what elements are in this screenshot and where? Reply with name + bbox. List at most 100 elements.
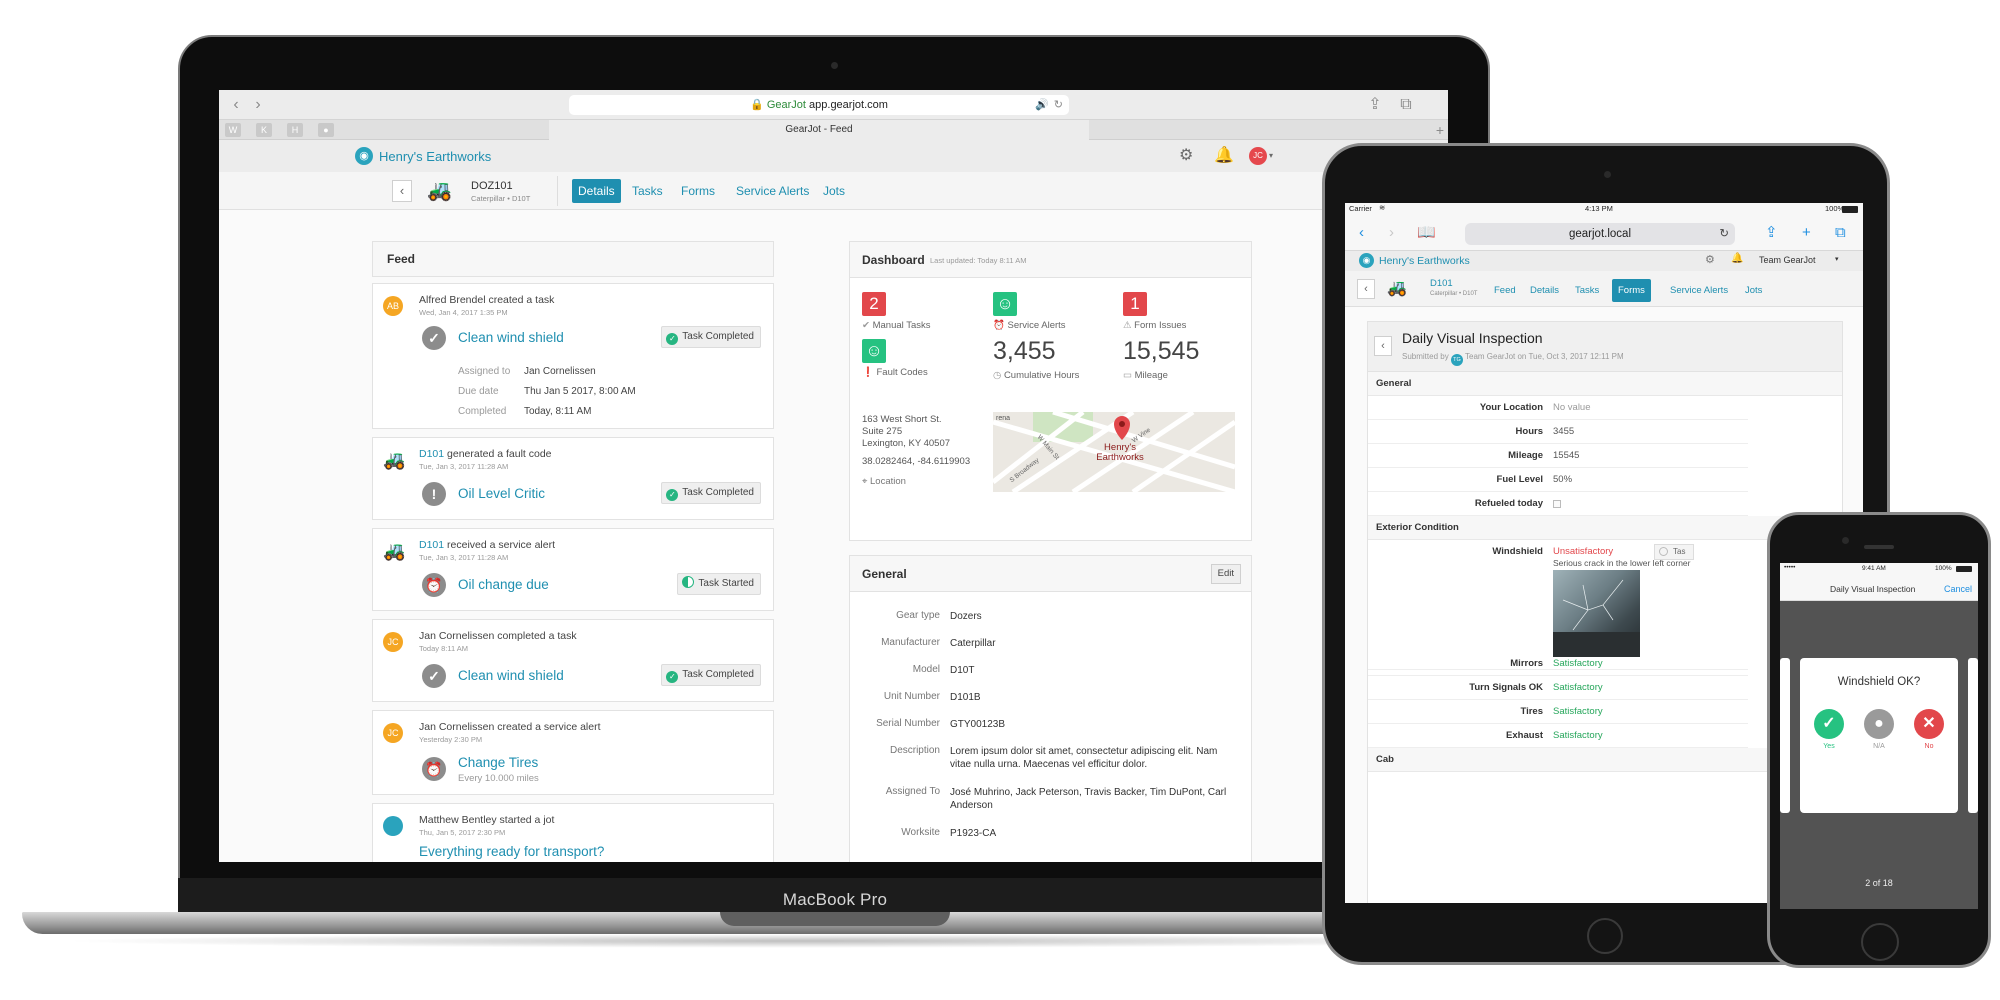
stat-manual-tasks[interactable]: 2 ✔ Manual Tasks	[862, 292, 931, 331]
back-button[interactable]: ‹	[392, 180, 412, 202]
bell-icon[interactable]: 🔔	[1214, 147, 1234, 165]
form-row: Refueled today	[1368, 492, 1748, 516]
back-icon[interactable]: ‹	[1359, 224, 1364, 242]
detail-value: Jan Cornelissen	[524, 366, 596, 377]
status-label: Task Completed	[682, 331, 754, 342]
feed-item[interactable]: Matthew Bentley started a jot Thu, Jan 5…	[372, 803, 774, 862]
reload-icon[interactable]: ↻	[1054, 95, 1063, 115]
reload-icon[interactable]: ↻	[1719, 223, 1729, 245]
browser-address-bar[interactable]: 🔒 GearJot app.gearjot.com 🔊 ↻	[569, 95, 1069, 115]
stat-label: Form Issues	[1134, 320, 1187, 331]
feed-item-title[interactable]: Oil Level Critic	[458, 486, 545, 501]
stat-fault-codes[interactable]: ☺ ❗ Fault Codes	[862, 339, 928, 378]
stat-mileage[interactable]: 15,545 ▭ Mileage	[1123, 337, 1199, 381]
back-button[interactable]: ‹	[1374, 336, 1392, 356]
tab-tasks[interactable]: Tasks	[626, 179, 669, 203]
team-name[interactable]: Team GearJot	[1759, 255, 1816, 265]
general-header: General Edit	[850, 556, 1251, 592]
feed-item-title[interactable]: Everything ready for transport?	[419, 844, 604, 859]
favorite-github[interactable]: ●	[318, 123, 334, 137]
stat-service-alerts[interactable]: ☺ ⏰ Service Alerts	[993, 292, 1066, 331]
tab-feed[interactable]: Feed	[1490, 281, 1520, 300]
map-street-label: rena	[996, 415, 1011, 422]
tab-details[interactable]: Details	[1526, 281, 1563, 300]
speaker-icon[interactable]: 🔊	[1035, 95, 1049, 115]
stat-cumulative-hours[interactable]: 3,455 ◷ Cumulative Hours	[993, 337, 1079, 381]
feed-item[interactable]: 🚜 D101 received a service alert Tue, Jan…	[372, 528, 774, 611]
company-name[interactable]: Henry's Earthworks	[379, 149, 491, 164]
forward-icon[interactable]: ›	[1389, 224, 1394, 242]
next-card-peek[interactable]	[1968, 658, 1978, 813]
tab-service-alerts[interactable]: Service Alerts	[1666, 281, 1732, 300]
tab-jots[interactable]: Jots	[1741, 281, 1766, 300]
browser-forward-icon[interactable]: ›	[249, 96, 267, 114]
tab-service-alerts[interactable]: Service Alerts	[730, 179, 815, 203]
phone-camera	[1842, 537, 1849, 544]
unit-name[interactable]: D101	[1430, 278, 1453, 289]
feed-item[interactable]: AB Alfred Brendel created a task Wed, Ja…	[372, 283, 774, 429]
field-label: Your Location	[1479, 402, 1543, 413]
bookmarks-icon[interactable]: 📖	[1417, 224, 1436, 242]
back-button[interactable]: ‹	[1357, 279, 1375, 299]
no-button[interactable]: ✕	[1914, 709, 1944, 739]
company-name[interactable]: Henry's Earthworks	[1379, 255, 1470, 267]
tab-forms[interactable]: Forms	[675, 179, 721, 203]
unit-link[interactable]: D101	[419, 539, 444, 551]
field-label: Model	[912, 664, 940, 675]
new-tab-icon[interactable]: +	[1431, 121, 1448, 139]
tabs-overview-icon[interactable]: ⧉	[1835, 224, 1846, 242]
gear-icon[interactable]: ⚙	[1705, 253, 1715, 266]
edit-button[interactable]: Edit	[1210, 564, 1241, 584]
browser-tab-title[interactable]: GearJot - Feed	[549, 120, 1089, 140]
unit-link[interactable]: D101	[419, 448, 444, 460]
alarm-clock-icon: ⏰	[993, 320, 1005, 331]
tabs-overview-icon[interactable]: ⧉	[1397, 96, 1415, 114]
status-badge: ✓ Task Completed	[661, 326, 761, 348]
feed-item-title[interactable]: Clean wind shield	[458, 668, 564, 683]
battery-icon	[1956, 566, 1972, 572]
stat-form-issues[interactable]: 1 ⚠ Form Issues	[1123, 292, 1186, 331]
feed-item-title[interactable]: Clean wind shield	[458, 330, 564, 345]
feed-item-title[interactable]: Oil change due	[458, 577, 549, 592]
field-value: 3455	[1553, 426, 1575, 437]
share-icon[interactable]: ⇪	[1366, 96, 1384, 114]
favorite-w[interactable]: W	[225, 123, 241, 137]
yes-button[interactable]: ✓	[1814, 709, 1844, 739]
tab-tasks[interactable]: Tasks	[1571, 281, 1603, 300]
detail-value: Today, 8:11 AM	[524, 406, 592, 417]
dozer-icon: 🚜	[383, 450, 406, 470]
refueled-checkbox[interactable]	[1553, 500, 1561, 508]
user-avatar[interactable]: JC	[1249, 147, 1267, 165]
browser-back-icon[interactable]: ‹	[227, 96, 245, 114]
gearjot-logo-icon[interactable]: ◉	[1359, 253, 1374, 268]
new-tab-icon[interactable]: +	[1802, 224, 1811, 242]
na-button[interactable]: ●	[1864, 709, 1894, 739]
chevron-down-icon[interactable]: ▾	[1269, 147, 1273, 165]
create-task-button[interactable]: Tas	[1654, 544, 1694, 560]
favorite-k[interactable]: K	[256, 123, 272, 137]
prev-card-peek[interactable]	[1780, 658, 1790, 813]
gearjot-logo-icon[interactable]: ◉	[355, 147, 373, 165]
feed-item[interactable]: JC Jan Cornelissen completed a task Toda…	[372, 619, 774, 702]
submitted-by: Submitted by TG Team GearJot on Tue, Oct…	[1402, 352, 1624, 366]
feed-item-title[interactable]: Change Tires	[458, 755, 538, 770]
share-icon[interactable]: ⇪	[1765, 224, 1778, 242]
location-map[interactable]: rena S Broadway W Main St W Vine Henry's…	[993, 412, 1235, 492]
tablet-home-button[interactable]	[1587, 918, 1623, 954]
tablet-address-bar[interactable]: gearjot.local ↻	[1465, 223, 1735, 245]
favorite-h[interactable]: H	[287, 123, 303, 137]
bell-icon[interactable]: 🔔	[1731, 253, 1743, 264]
divider	[557, 176, 558, 206]
tab-jots[interactable]: Jots	[817, 179, 851, 203]
tab-details[interactable]: Details	[572, 179, 621, 203]
phone-status-bar: ••••• 9:41 AM 100%	[1780, 563, 1978, 575]
tab-forms[interactable]: Forms	[1612, 279, 1651, 302]
cancel-button[interactable]: Cancel	[1944, 584, 1972, 594]
phone-home-button[interactable]	[1861, 923, 1899, 961]
chevron-down-icon[interactable]: ▾	[1835, 255, 1839, 263]
windshield-photo[interactable]	[1553, 570, 1640, 657]
feed-item[interactable]: JC Jan Cornelissen created a service ale…	[372, 710, 774, 795]
feed-item[interactable]: 🚜 D101 generated a fault code Tue, Jan 3…	[372, 437, 774, 520]
gear-icon[interactable]: ⚙	[1179, 147, 1193, 165]
form-row: Fuel Level 50%	[1368, 468, 1748, 492]
